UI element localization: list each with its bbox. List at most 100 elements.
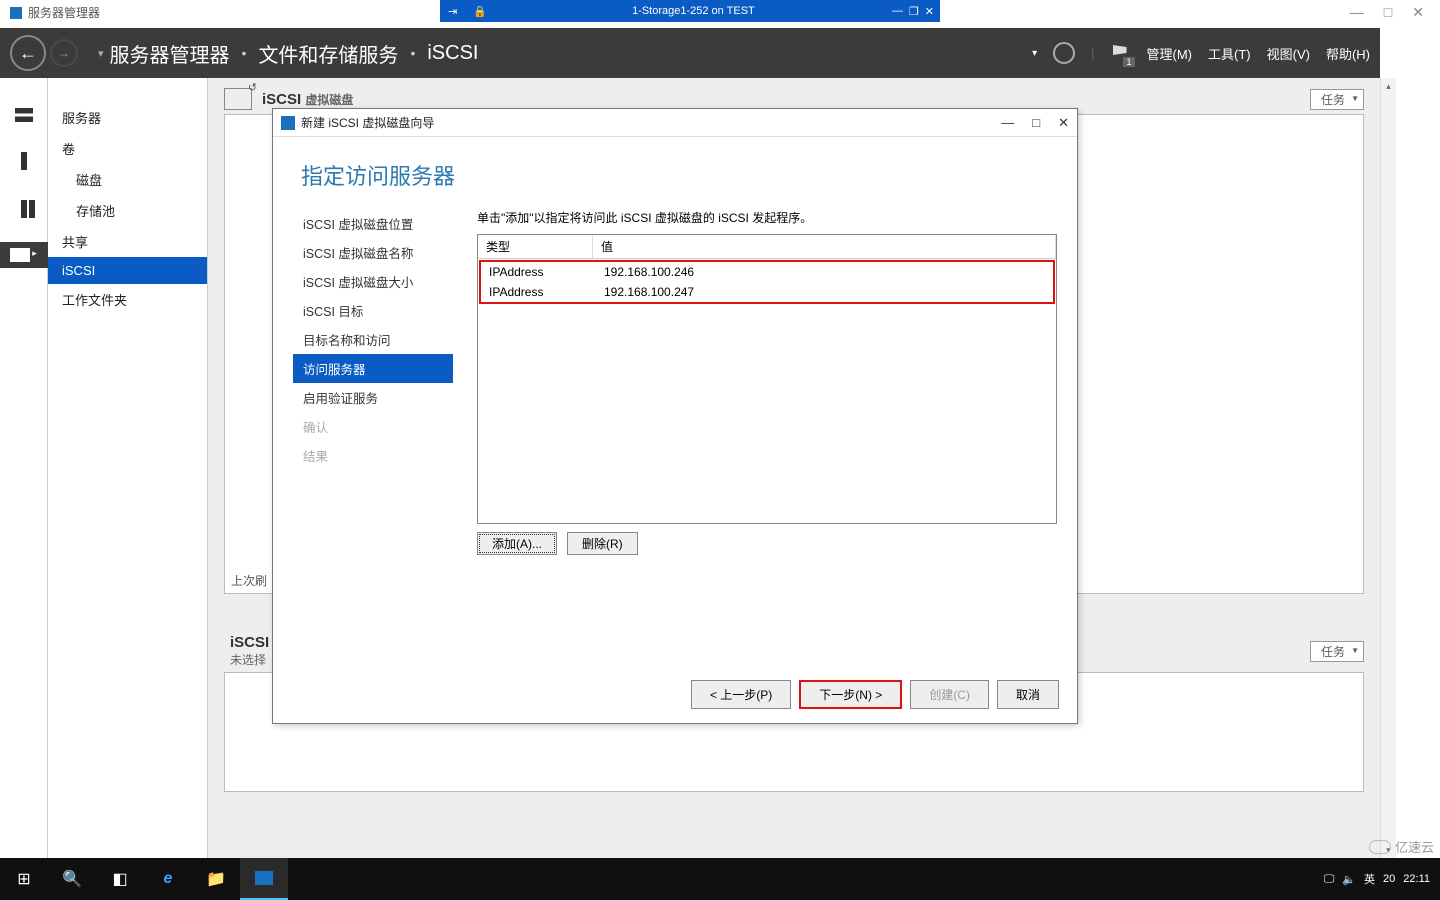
panel2-tasks-dropdown[interactable]: 任务 [1310,641,1364,662]
start-button[interactable]: ⊞ [0,858,48,900]
wizard-close-icon[interactable]: ✕ [1058,115,1069,131]
tray-notif-count[interactable]: 20 [1383,873,1395,885]
taskbar: ⊞ 🔍 ◧ e 📁 🖵 🔈 英 20 22:11 [0,858,1440,900]
sidebar: 服务器 卷 磁盘 存储池 共享 iSCSI 工作文件夹 [48,78,208,858]
wizard-step-target[interactable]: iSCSI 目标 [293,296,453,325]
wizard-step-results: 结果 [293,441,453,470]
app-title: 服务器管理器 [10,4,100,21]
menu-help[interactable]: 帮助(H) [1326,44,1370,63]
sidebar-item-volumes[interactable]: 卷 [48,133,207,164]
rail-all-servers-icon[interactable] [0,194,48,224]
wizard-steps: iSCSI 虚拟磁盘位置 iSCSI 虚拟磁盘名称 iSCSI 虚拟磁盘大小 i… [293,209,453,669]
cell-type: IPAddress [481,264,596,280]
outer-max-icon[interactable]: □ [1384,4,1392,21]
tray-volume-icon[interactable]: 🔈 [1342,873,1356,886]
system-tray: 🖵 🔈 英 20 22:11 [1324,871,1440,887]
initiator-table[interactable]: 类型 值 IPAddress 192.168.100.246 IPAddress… [477,234,1057,524]
breadcrumb-root[interactable]: 服务器管理器 [110,39,230,68]
breadcrumb: 服务器管理器 • 文件和存储服务 • iSCSI [110,39,479,68]
tray-ime[interactable]: 英 [1364,871,1375,887]
sidebar-item-storage-pools[interactable]: 存储池 [48,195,207,226]
panel1-footer-text: 上次刷 [231,572,267,589]
sidebar-item-disks[interactable]: 磁盘 [48,164,207,195]
outer-close-icon[interactable]: ✕ [1412,4,1424,21]
wizard-content: 单击"添加"以指定将访问此 iSCSI 虚拟磁盘的 iSCSI 发起程序。 类型… [453,209,1057,669]
tray-monitor-icon[interactable]: 🖵 [1324,873,1335,886]
outer-window-controls: — □ ✕ [1334,0,1440,25]
cell-type: IPAddress [481,284,596,300]
remove-button[interactable]: 删除(R) [567,532,638,555]
wizard-window-title: 新建 iSCSI 虚拟磁盘向导 [301,114,434,131]
menu-tools[interactable]: 工具(T) [1208,44,1251,63]
breadcrumb-section[interactable]: 文件和存储服务 [258,39,398,68]
watermark: 亿速云 [1369,837,1434,856]
explorer-icon[interactable]: 📁 [192,858,240,900]
task-view-icon[interactable]: ◧ [96,858,144,900]
ie-icon[interactable]: e [144,858,192,900]
vm-close-icon[interactable]: ✕ [925,5,934,18]
wizard-step-confirm: 确认 [293,412,453,441]
vm-max-icon[interactable]: ❐ [909,5,919,18]
breadcrumb-leaf: iSCSI [427,42,478,65]
wizard-titlebar: 新建 iSCSI 虚拟磁盘向导 — □ ✕ [273,109,1077,137]
search-icon[interactable]: 🔍 [48,858,96,900]
add-button[interactable]: 添加(A)... [477,532,557,555]
wizard-heading: 指定访问服务器 [273,137,1077,209]
vertical-scrollbar[interactable]: ▴ ▾ [1380,78,1396,858]
create-button: 创建(C) [910,680,989,709]
col-type[interactable]: 类型 [478,235,593,258]
sidebar-item-shares[interactable]: 共享 [48,226,207,257]
rail-file-services-icon[interactable]: ▸ [0,242,48,268]
table-row[interactable]: IPAddress 192.168.100.247 [481,282,1053,302]
wizard-step-location[interactable]: iSCSI 虚拟磁盘位置 [293,209,453,238]
chevron-right-icon: • [410,45,415,61]
lock-icon[interactable]: 🔒 [465,5,495,18]
server-icon [224,88,252,110]
vm-min-icon[interactable]: — [892,5,903,18]
panel1-title: iSCSI [262,91,301,108]
wizard-step-target-name[interactable]: 目标名称和访问 [293,325,453,354]
table-row[interactable]: IPAddress 192.168.100.246 [481,262,1053,282]
wizard-min-icon[interactable]: — [1001,115,1014,131]
pin-icon[interactable]: ⇥ [440,5,465,18]
scroll-up-icon[interactable]: ▴ [1381,78,1396,94]
tray-clock[interactable]: 22:11 [1403,873,1430,885]
header-dropdown-icon[interactable]: ▾ [1032,48,1037,59]
nav-back-button[interactable]: ← [10,35,46,71]
prev-button[interactable]: < 上一步(P) [691,680,791,709]
outer-min-icon[interactable]: — [1350,4,1364,21]
wizard-icon [281,116,295,130]
menu-manage[interactable]: 管理(M) [1147,44,1193,63]
col-value[interactable]: 值 [593,235,1056,258]
menu-view[interactable]: 视图(V) [1267,44,1310,63]
icon-rail: ▸ [0,78,48,858]
app-title-text: 服务器管理器 [28,4,100,21]
wizard-step-auth[interactable]: 启用验证服务 [293,383,453,412]
next-button[interactable]: 下一步(N) > [799,680,902,709]
cancel-button[interactable]: 取消 [997,680,1059,709]
app-icon [10,7,22,19]
refresh-icon[interactable] [1053,42,1075,64]
panel1-tasks-dropdown[interactable]: 任务 [1310,89,1364,110]
panel1-header: iSCSI 虚拟磁盘 任务 [224,88,1364,110]
wizard-max-icon[interactable]: □ [1032,115,1040,131]
sidebar-item-iscsi[interactable]: iSCSI [48,257,207,284]
table-header: 类型 值 [478,235,1056,259]
notifications-flag-icon[interactable]: 1 [1111,43,1131,63]
nav-dropdown-icon[interactable]: ▾ [98,47,104,60]
nav-forward-button: → [50,39,78,67]
panel2-title: iSCSI [230,634,269,651]
wizard-step-access-servers[interactable]: 访问服务器 [293,354,453,383]
wizard-instruction: 单击"添加"以指定将访问此 iSCSI 虚拟磁盘的 iSCSI 发起程序。 [477,209,1057,226]
chevron-right-icon: • [242,45,247,61]
highlighted-rows: IPAddress 192.168.100.246 IPAddress 192.… [479,260,1055,304]
sidebar-item-work-folders[interactable]: 工作文件夹 [48,284,207,315]
vm-titlebar: ⇥ 🔒 1-Storage1-252 on TEST — ❐ ✕ [440,0,940,22]
wizard-footer: < 上一步(P) 下一步(N) > 创建(C) 取消 [691,680,1059,709]
wizard-step-name[interactable]: iSCSI 虚拟磁盘名称 [293,238,453,267]
server-manager-taskbar-icon[interactable] [240,858,288,900]
sidebar-item-servers[interactable]: 服务器 [48,102,207,133]
wizard-step-size[interactable]: iSCSI 虚拟磁盘大小 [293,267,453,296]
rail-dashboard-icon[interactable] [0,102,48,128]
rail-local-server-icon[interactable] [0,146,48,176]
